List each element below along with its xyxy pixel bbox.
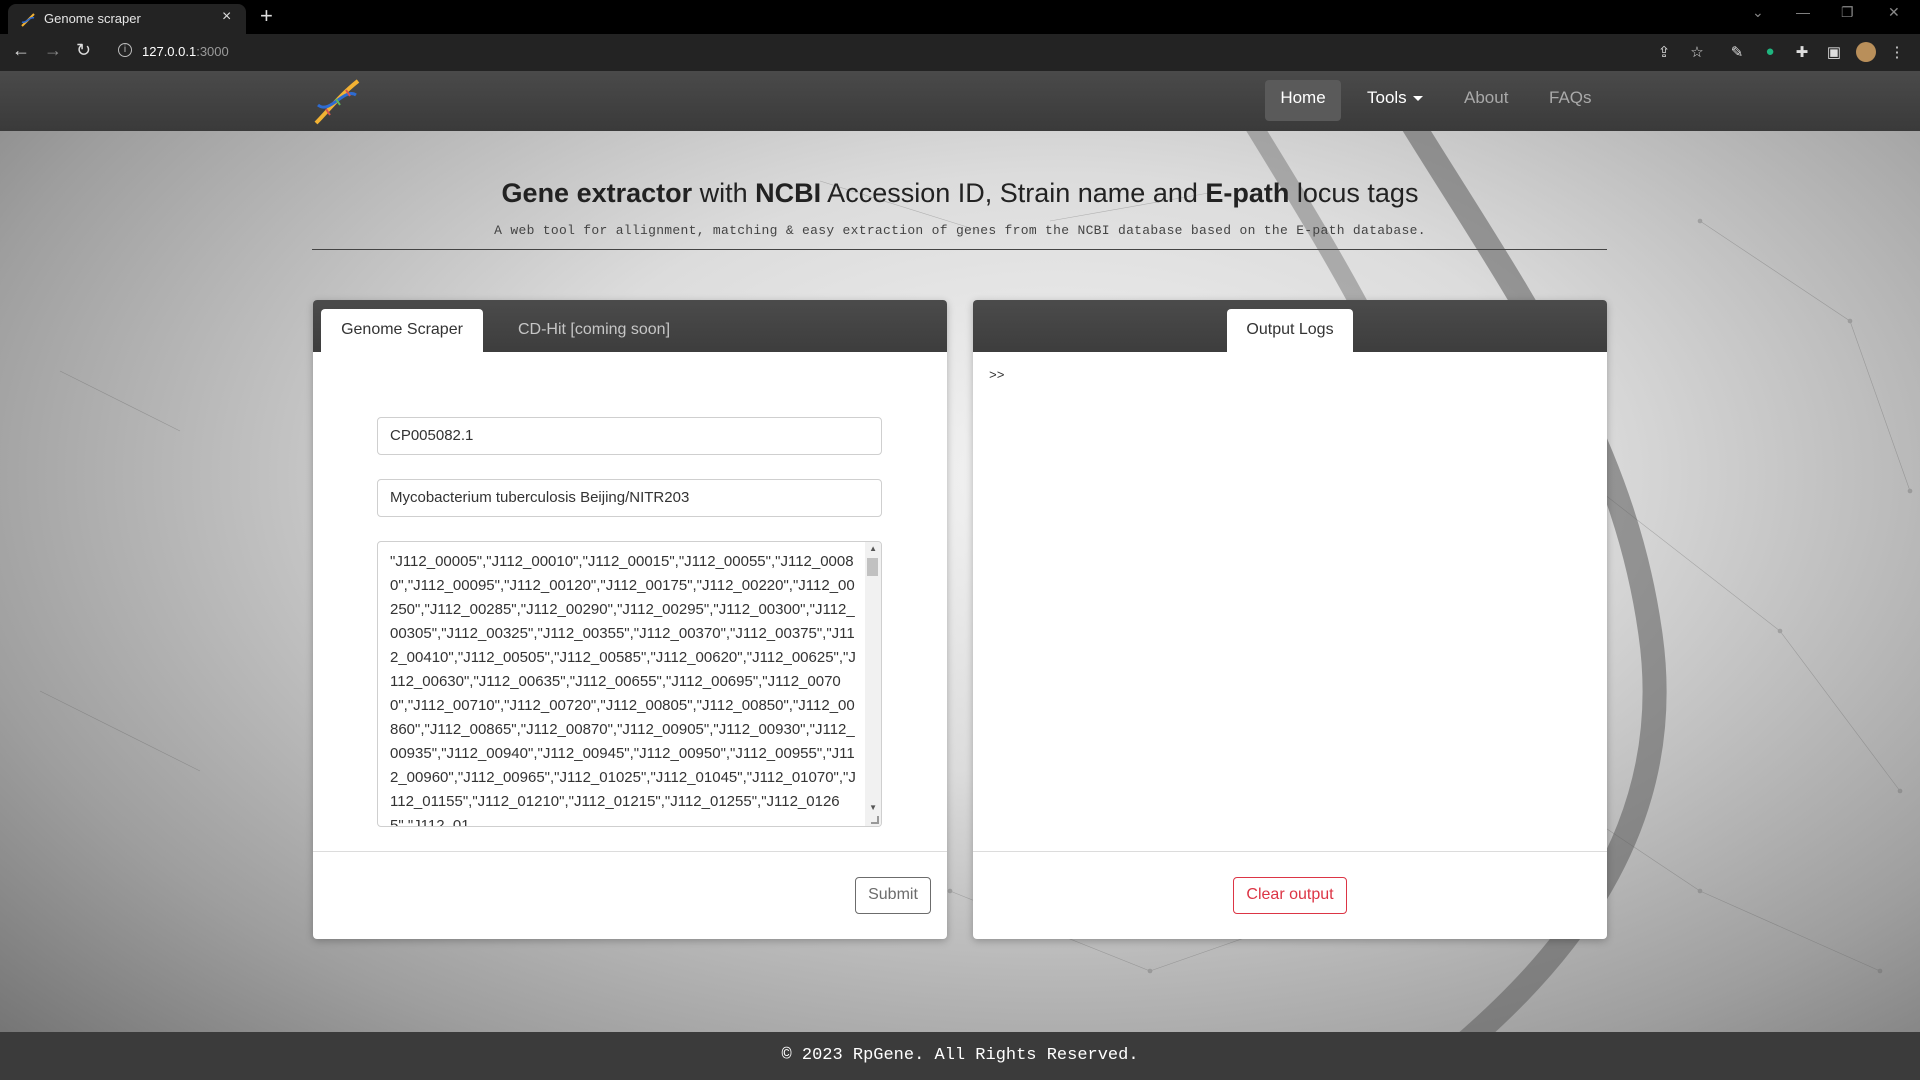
page-title: Gene extractor with NCBI Accession ID, S… bbox=[501, 178, 1419, 208]
page-subtitle: A web tool for allignment, matching & ea… bbox=[494, 223, 1426, 238]
browser-tab[interactable]: Genome scraper × bbox=[8, 4, 246, 34]
nav-faqs[interactable]: FAQs bbox=[1549, 88, 1592, 108]
card-tabs: Output Logs bbox=[973, 300, 1607, 352]
dna-favicon-icon bbox=[21, 13, 35, 27]
nav-tools-dropdown[interactable]: Tools bbox=[1367, 88, 1423, 108]
browser-tabstrip: Genome scraper × + ⌄ — ❐ ✕ bbox=[0, 0, 1920, 34]
scrollbar-thumb[interactable] bbox=[867, 558, 878, 576]
star-icon[interactable]: ☆ bbox=[1688, 43, 1706, 61]
tab-output-logs[interactable]: Output Logs bbox=[1227, 309, 1353, 352]
resize-handle-icon[interactable] bbox=[871, 816, 879, 824]
tab-title: Genome scraper bbox=[44, 11, 141, 26]
accession-id-input[interactable]: CP005082.1 bbox=[377, 417, 882, 455]
submit-button[interactable]: Submit bbox=[855, 877, 931, 914]
nav-about[interactable]: About bbox=[1464, 88, 1508, 108]
output-logs-card: Output Logs >> Clear output bbox=[973, 300, 1607, 939]
close-window-icon[interactable]: ✕ bbox=[1888, 4, 1900, 21]
puzzle-icon[interactable]: ✚ bbox=[1793, 43, 1811, 61]
scroll-up-icon[interactable]: ▲ bbox=[869, 544, 877, 553]
page: Home Tools About FAQs Gene extractor wit… bbox=[0, 71, 1920, 1080]
back-icon[interactable]: ← bbox=[12, 40, 30, 61]
new-tab-icon[interactable]: + bbox=[260, 3, 273, 29]
strain-name-input[interactable]: Mycobacterium tuberculosis Beijing/NITR2… bbox=[377, 479, 882, 517]
share-icon[interactable]: ⇪ bbox=[1655, 43, 1673, 61]
dna-logo-icon[interactable] bbox=[310, 75, 364, 129]
output-log-text: >> bbox=[989, 368, 1005, 383]
locus-tags-text: "J112_00005","J112_00010","J112_00015","… bbox=[390, 553, 856, 827]
locus-tags-textarea[interactable]: "J112_00005","J112_00010","J112_00015","… bbox=[377, 541, 882, 827]
forward-icon[interactable]: → bbox=[44, 40, 62, 61]
card-divider bbox=[973, 851, 1607, 852]
tab-cd-hit[interactable]: CD-Hit [coming soon] bbox=[493, 309, 695, 352]
genome-scraper-card: Genome Scraper CD-Hit [coming soon] CP00… bbox=[313, 300, 947, 939]
profile-avatar[interactable] bbox=[1856, 42, 1876, 62]
site-info-icon[interactable]: i bbox=[118, 43, 132, 57]
card-divider bbox=[313, 851, 947, 852]
url-text: 127.0.0.1:3000 bbox=[142, 44, 229, 59]
card-tabs: Genome Scraper CD-Hit [coming soon] bbox=[313, 300, 947, 352]
clear-output-button[interactable]: Clear output bbox=[1233, 877, 1347, 914]
scroll-down-icon[interactable]: ▼ bbox=[869, 803, 877, 812]
site-navbar: Home Tools About FAQs bbox=[0, 71, 1920, 131]
textarea-scrollbar[interactable]: ▲ ▼ bbox=[865, 542, 881, 826]
extension-grammarly-icon[interactable]: ● bbox=[1761, 43, 1779, 61]
tab-search-icon[interactable]: ⌄ bbox=[1752, 4, 1764, 21]
tab-close-icon[interactable]: × bbox=[222, 8, 231, 26]
address-bar[interactable]: i 127.0.0.1:3000 bbox=[110, 38, 1690, 66]
chevron-down-icon bbox=[1412, 96, 1423, 102]
minimize-icon[interactable]: — bbox=[1796, 4, 1810, 20]
kebab-menu-icon[interactable]: ⋮ bbox=[1888, 43, 1906, 61]
tab-genome-scraper[interactable]: Genome Scraper bbox=[321, 309, 483, 352]
restore-icon[interactable]: ❐ bbox=[1841, 4, 1854, 21]
nav-home[interactable]: Home bbox=[1265, 80, 1341, 121]
browser-toolbar: ← → ↻ i 127.0.0.1:3000 ⇪ ☆ ✎ ● ✚ ▣ ⋮ bbox=[0, 34, 1920, 71]
reload-icon[interactable]: ↻ bbox=[76, 40, 91, 61]
footer: © 2023 RpGene. All Rights Reserved. bbox=[0, 1032, 1920, 1080]
divider bbox=[312, 249, 1607, 250]
sidepanel-icon[interactable]: ▣ bbox=[1825, 43, 1843, 61]
extension-eyedropper-icon[interactable]: ✎ bbox=[1728, 43, 1746, 61]
